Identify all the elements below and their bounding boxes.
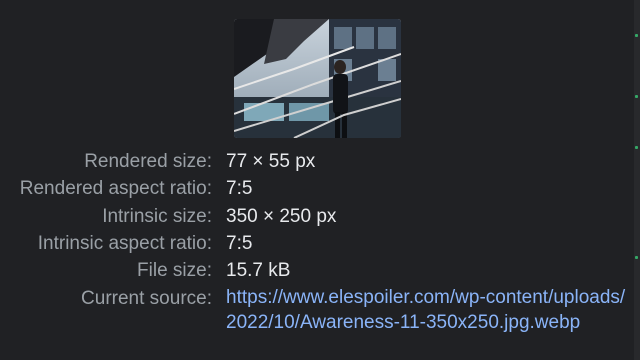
scrollbar[interactable] [634, 0, 640, 360]
scroll-marker [635, 34, 638, 37]
file-size-value: 15.7 kB [226, 260, 291, 281]
current-source-link[interactable]: https://www.elespoiler.com/wp-content/up… [226, 286, 626, 335]
image-info-popup: Rendered size: 77 × 55 px Rendered aspec… [0, 0, 640, 360]
current-source-label: Current source: [81, 288, 212, 309]
scroll-marker [635, 95, 638, 98]
intrinsic-size-label: Intrinsic size: [102, 206, 212, 227]
rendered-size-value: 77 × 55 px [226, 151, 316, 172]
scroll-marker [635, 256, 638, 259]
intrinsic-aspect-ratio-value: 7:5 [226, 233, 253, 254]
file-size-label: File size: [137, 260, 212, 281]
rendered-aspect-ratio-label: Rendered aspect ratio: [19, 178, 212, 199]
rendered-size-label: Rendered size: [84, 151, 212, 172]
rendered-aspect-ratio-value: 7:5 [226, 178, 253, 199]
image-preview [234, 19, 401, 138]
intrinsic-size-value: 350 × 250 px [226, 206, 337, 227]
scroll-marker [635, 146, 638, 149]
intrinsic-aspect-ratio-label: Intrinsic aspect ratio: [37, 233, 212, 254]
